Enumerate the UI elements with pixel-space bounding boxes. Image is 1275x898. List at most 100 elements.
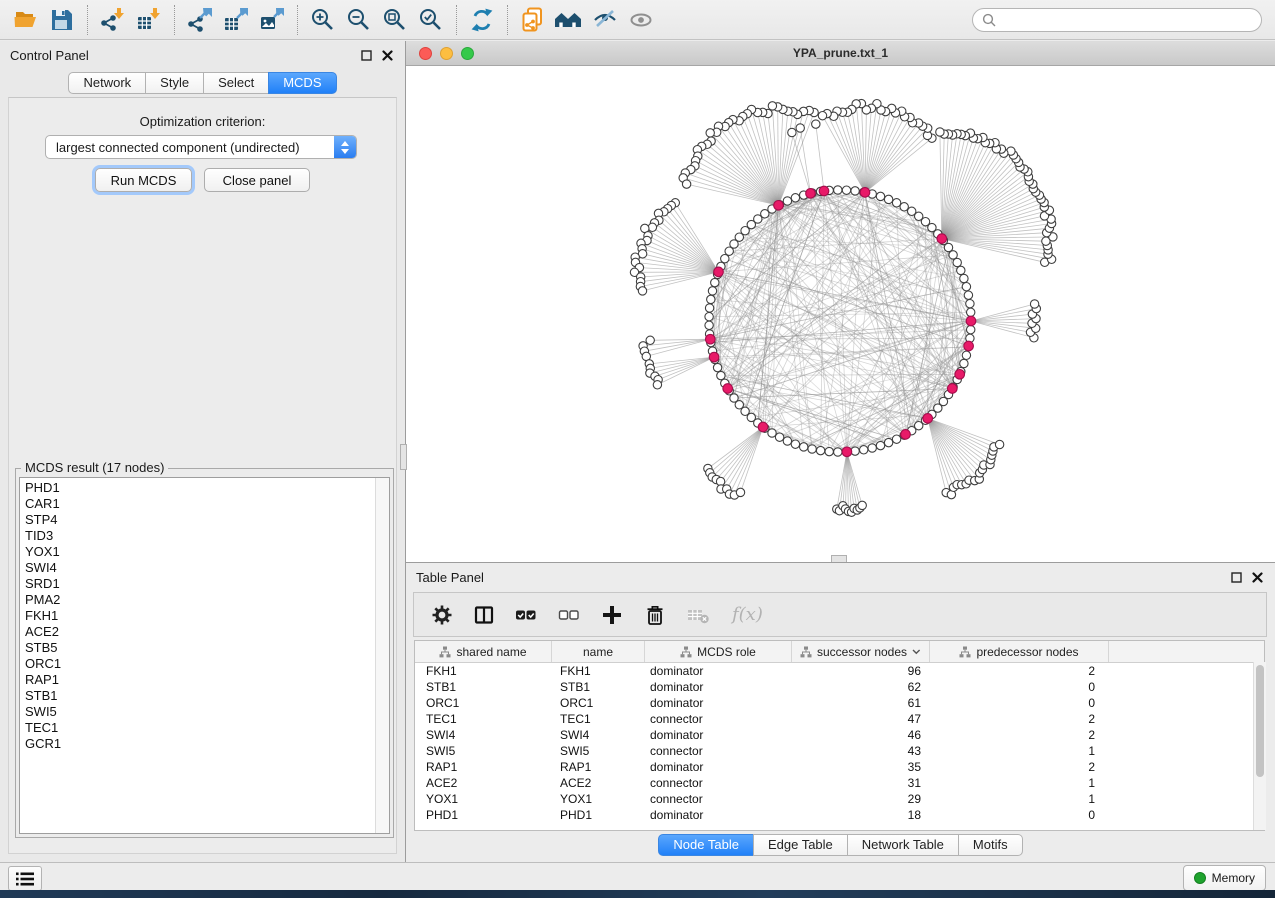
network-node[interactable] [842, 186, 850, 194]
mcds-result-item[interactable]: GCR1 [20, 736, 389, 752]
tab-edge-table[interactable]: Edge Table [753, 834, 848, 856]
network-node[interactable] [967, 326, 975, 334]
close-panel-icon[interactable] [1252, 572, 1263, 583]
show-panels-menu-button[interactable] [8, 866, 42, 891]
deselect-all-button[interactable] [558, 604, 580, 626]
network-view-canvas[interactable] [406, 66, 1275, 562]
network-node[interactable] [812, 120, 820, 128]
network-window-titlebar[interactable]: YPA_prune.txt_1 [406, 41, 1275, 66]
mcds-hub-node[interactable] [964, 341, 974, 351]
table-row[interactable]: RAP1RAP1dominator352 [415, 759, 1264, 775]
network-node[interactable] [800, 443, 808, 451]
network-node[interactable] [884, 195, 892, 203]
mcds-hub-node[interactable] [723, 384, 733, 394]
mcds-result-item[interactable]: YOX1 [20, 544, 389, 560]
mcds-hub-node[interactable] [706, 334, 716, 344]
network-node[interactable] [717, 371, 725, 379]
add-column-button[interactable] [601, 604, 623, 626]
table-row[interactable]: ORC1ORC1dominator610 [415, 695, 1264, 711]
network-node[interactable] [783, 197, 791, 205]
zoom-out-button[interactable] [341, 4, 377, 36]
save-button[interactable] [44, 4, 80, 36]
close-panel-button[interactable]: Close panel [204, 168, 310, 192]
export-table-button[interactable] [218, 4, 254, 36]
mcds-result-item[interactable]: TID3 [20, 528, 389, 544]
network-node[interactable] [860, 446, 868, 454]
network-node[interactable] [768, 429, 776, 437]
network-node[interactable] [705, 304, 713, 312]
mcds-hub-node[interactable] [714, 267, 724, 277]
network-node[interactable] [1030, 300, 1038, 308]
network-node[interactable] [908, 207, 916, 215]
export-image-button[interactable] [254, 4, 290, 36]
network-node[interactable] [868, 444, 876, 452]
mcds-result-item[interactable]: ORC1 [20, 656, 389, 672]
mcds-hub-node[interactable] [955, 370, 965, 380]
network-node[interactable] [708, 287, 716, 295]
show-column-panel-button[interactable] [474, 604, 494, 626]
mcds-result-item[interactable]: RAP1 [20, 672, 389, 688]
table-row[interactable]: SWI5SWI5connector431 [415, 743, 1264, 759]
network-node[interactable] [876, 192, 884, 200]
network-node[interactable] [648, 223, 656, 231]
column-header-mcds-role[interactable]: MCDS role [645, 641, 792, 662]
mcds-result-list[interactable]: PHD1CAR1STP4TID3YOX1SWI4SRD1PMA2FKH1ACE2… [19, 477, 390, 834]
network-node[interactable] [834, 186, 842, 194]
network-node[interactable] [706, 129, 714, 137]
network-node[interactable] [884, 438, 892, 446]
node-table[interactable]: shared name name MCDS role successor nod… [414, 640, 1265, 831]
network-node[interactable] [713, 363, 721, 371]
table-row[interactable]: PHD1PHD1dominator180 [415, 807, 1264, 823]
mcds-result-item[interactable]: TEC1 [20, 720, 389, 736]
mcds-hub-node[interactable] [948, 384, 958, 394]
mcds-result-item[interactable]: PHD1 [20, 480, 389, 496]
tab-mcds[interactable]: MCDS [268, 72, 336, 94]
mcds-hub-node[interactable] [937, 234, 947, 244]
open-file-button[interactable] [8, 4, 44, 36]
show-display-button[interactable] [623, 4, 659, 36]
network-node[interactable] [808, 445, 816, 453]
export-network-button[interactable] [182, 4, 218, 36]
zoom-fit-button[interactable] [377, 4, 413, 36]
network-node[interactable] [725, 247, 733, 255]
import-table-button[interactable] [131, 4, 167, 36]
search-input[interactable] [1001, 12, 1261, 28]
mcds-hub-node[interactable] [709, 352, 719, 362]
network-node[interactable] [682, 180, 690, 188]
network-node[interactable] [705, 313, 713, 321]
network-node[interactable] [949, 251, 957, 259]
mcds-result-item[interactable]: CAR1 [20, 496, 389, 512]
network-node[interactable] [788, 128, 796, 136]
network-node[interactable] [960, 274, 968, 282]
mcds-hub-node[interactable] [774, 201, 784, 211]
table-row[interactable]: TEC1TEC1connector472 [415, 711, 1264, 727]
network-node[interactable] [962, 351, 970, 359]
delete-column-button[interactable] [644, 604, 666, 626]
network-node[interactable] [825, 447, 833, 455]
network-node[interactable] [705, 321, 713, 329]
table-row[interactable]: SWI4SWI4dominator462 [415, 727, 1264, 743]
mcds-result-item[interactable]: FKH1 [20, 608, 389, 624]
zoom-selected-button[interactable] [413, 4, 449, 36]
mcds-result-item[interactable]: STB5 [20, 640, 389, 656]
network-node[interactable] [967, 308, 975, 316]
criterion-dropdown[interactable]: largest connected component (undirected) [45, 135, 357, 159]
network-node[interactable] [711, 278, 719, 286]
tab-network-table[interactable]: Network Table [847, 834, 959, 856]
table-scrollbar-thumb[interactable] [1256, 665, 1264, 777]
column-header-successor-nodes[interactable]: successor nodes [792, 641, 930, 662]
table-row[interactable]: ACE2ACE2connector311 [415, 775, 1264, 791]
mcds-hub-node[interactable] [758, 422, 768, 432]
network-node[interactable] [834, 448, 842, 456]
import-network-button[interactable] [95, 4, 131, 36]
network-node[interactable] [721, 255, 729, 263]
vertical-splitter-handle[interactable] [400, 444, 407, 470]
mcds-result-item[interactable]: SWI4 [20, 560, 389, 576]
network-node[interactable] [876, 441, 884, 449]
table-settings-button[interactable] [431, 604, 453, 626]
search-field[interactable] [972, 8, 1262, 32]
tab-style[interactable]: Style [145, 72, 204, 94]
network-node[interactable] [960, 359, 968, 367]
network-node[interactable] [892, 435, 900, 443]
mcds-result-item[interactable]: PMA2 [20, 592, 389, 608]
